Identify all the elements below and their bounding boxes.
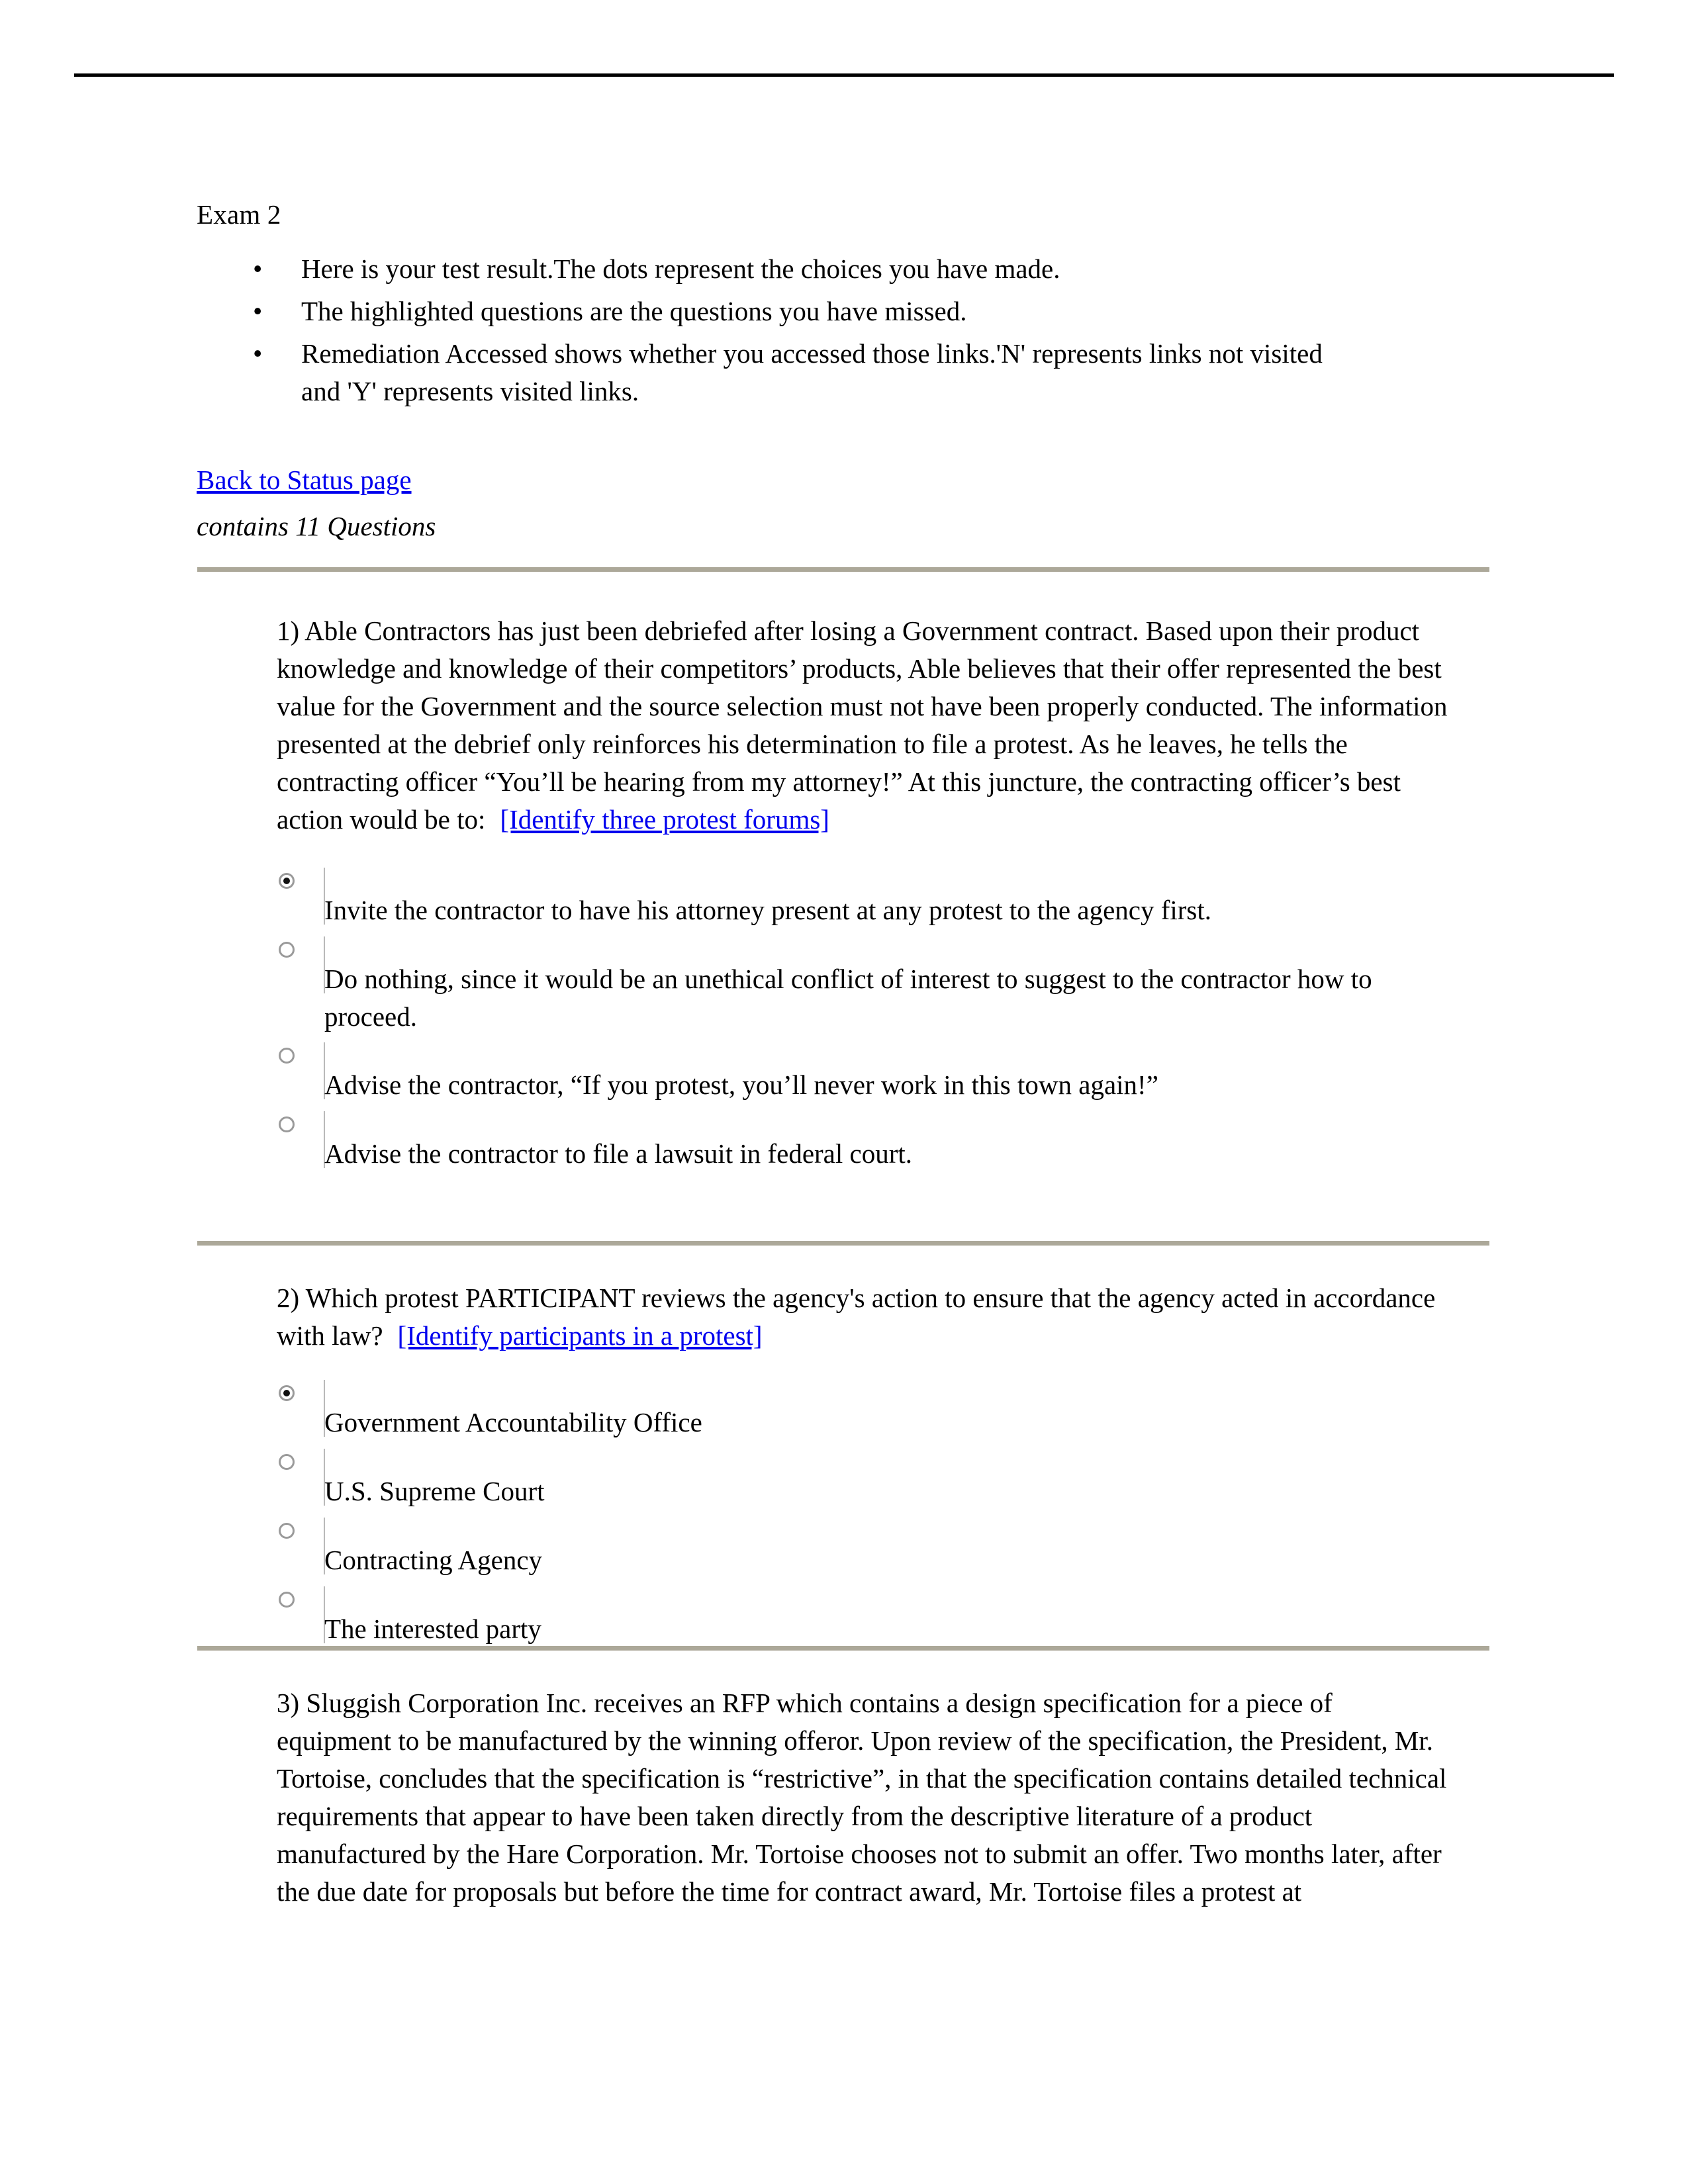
back-to-status-page-link[interactable]: Back to Status page: [197, 463, 412, 496]
option-label: Invite the contractor to have his attorn…: [324, 895, 1212, 925]
question-block-1: 1) Able Contractors has just been debrie…: [0, 612, 1688, 1175]
radio-button-icon[interactable]: [279, 1385, 295, 1401]
radio-button-icon[interactable]: [279, 1116, 295, 1132]
intro-bullet-text: Here is your test result.The dots repres…: [301, 253, 1060, 284]
question-block-3: 3) Sluggish Corporation Inc. receives an…: [0, 1684, 1688, 1911]
option-row[interactable]: U.S. Supreme Court: [0, 1443, 1688, 1512]
exam-result-page: Exam 2 • Here is your test result.The do…: [0, 0, 1688, 2184]
radio-button-icon[interactable]: [279, 873, 295, 889]
list-item: • The highlighted questions are the ques…: [0, 293, 1456, 330]
question-separator: [197, 567, 1489, 572]
radio-button-icon[interactable]: [279, 1048, 295, 1064]
intro-bullet-text: Remediation Accessed shows whether you a…: [301, 338, 1323, 406]
remediation-link-2[interactable]: [Identify participants in a protest]: [398, 1320, 763, 1351]
option-row[interactable]: Advise the contractor to file a lawsuit …: [0, 1106, 1688, 1175]
intro-instructions-list: • Here is your test result.The dots repr…: [0, 250, 1456, 415]
list-item: • Here is your test result.The dots repr…: [0, 250, 1456, 288]
options-list-2: Government Accountability Office U.S. Su…: [0, 1375, 1688, 1650]
question-separator: [197, 1240, 1489, 1246]
question-text-3: 3) Sluggish Corporation Inc. receives an…: [0, 1684, 1688, 1911]
option-row[interactable]: The interested party: [0, 1581, 1688, 1650]
option-row[interactable]: Invite the contractor to have his attorn…: [0, 862, 1688, 931]
radio-button-icon[interactable]: [279, 1592, 295, 1608]
option-row[interactable]: Government Accountability Office: [0, 1375, 1688, 1443]
question-number-1: 1): [277, 615, 300, 646]
option-label: Advise the contractor to file a lawsuit …: [324, 1138, 913, 1169]
radio-button-icon[interactable]: [279, 1454, 295, 1470]
question-body-3: Sluggish Corporation Inc. receives an RF…: [277, 1688, 1447, 1907]
option-row[interactable]: Advise the contractor, “If you protest, …: [0, 1037, 1688, 1106]
question-number-2: 2): [277, 1283, 300, 1313]
radio-button-icon[interactable]: [279, 942, 295, 958]
header-horizontal-rule: [74, 73, 1614, 77]
question-count-note: contains 11 Questions: [197, 511, 436, 541]
option-row[interactable]: Do nothing, since it would be an unethic…: [0, 931, 1688, 1037]
question-number-3: 3): [277, 1688, 300, 1718]
option-row[interactable]: Contracting Agency: [0, 1512, 1688, 1581]
options-list-1: Invite the contractor to have his attorn…: [0, 862, 1688, 1175]
remediation-link-1[interactable]: [Identify three protest forums]: [500, 804, 829, 835]
bullet-icon: •: [253, 296, 263, 326]
option-label: Government Accountability Office: [324, 1407, 702, 1437]
option-label: Advise the contractor, “If you protest, …: [324, 1069, 1158, 1100]
radio-button-icon[interactable]: [279, 1523, 295, 1539]
question-separator: [197, 1645, 1489, 1651]
option-label: Do nothing, since it would be an unethic…: [324, 964, 1372, 1032]
option-label: The interested party: [324, 1614, 541, 1644]
question-text-1: 1) Able Contractors has just been debrie…: [0, 612, 1688, 839]
bullet-icon: •: [253, 253, 263, 284]
list-item: • Remediation Accessed shows whether you…: [0, 335, 1456, 410]
page-title: Exam 2: [197, 199, 281, 230]
intro-bullet-text: The highlighted questions are the questi…: [301, 296, 967, 326]
option-label: Contracting Agency: [324, 1545, 543, 1575]
option-label: U.S. Supreme Court: [324, 1476, 545, 1506]
question-text-2: 2) Which protest PARTICIPANT reviews the…: [0, 1279, 1688, 1355]
question-body-1: Able Contractors has just been debriefed…: [277, 615, 1448, 835]
bullet-icon: •: [253, 338, 263, 369]
question-block-2: 2) Which protest PARTICIPANT reviews the…: [0, 1279, 1688, 1650]
